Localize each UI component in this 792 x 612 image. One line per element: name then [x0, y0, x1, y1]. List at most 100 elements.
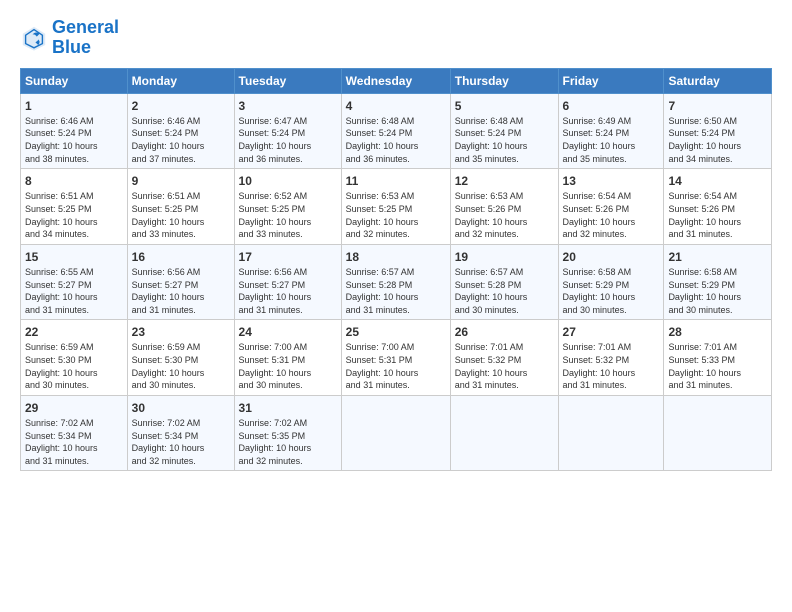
calendar-cell: 25Sunrise: 7:00 AM Sunset: 5:31 PM Dayli…: [341, 320, 450, 396]
day-info: Sunrise: 6:46 AM Sunset: 5:24 PM Dayligh…: [132, 115, 230, 165]
day-number: 1: [25, 98, 123, 114]
day-number: 3: [239, 98, 337, 114]
day-info: Sunrise: 6:53 AM Sunset: 5:26 PM Dayligh…: [455, 190, 554, 240]
day-number: 21: [668, 249, 767, 265]
day-info: Sunrise: 6:51 AM Sunset: 5:25 PM Dayligh…: [25, 190, 123, 240]
day-number: 14: [668, 173, 767, 189]
calendar-cell: 8Sunrise: 6:51 AM Sunset: 5:25 PM Daylig…: [21, 169, 128, 245]
day-number: 23: [132, 324, 230, 340]
calendar-cell: 30Sunrise: 7:02 AM Sunset: 5:34 PM Dayli…: [127, 395, 234, 471]
day-number: 2: [132, 98, 230, 114]
logo: General Blue: [20, 18, 119, 58]
calendar-cell: 11Sunrise: 6:53 AM Sunset: 5:25 PM Dayli…: [341, 169, 450, 245]
day-number: 24: [239, 324, 337, 340]
day-number: 31: [239, 400, 337, 416]
calendar-header-sunday: Sunday: [21, 68, 128, 93]
calendar-week-2: 8Sunrise: 6:51 AM Sunset: 5:25 PM Daylig…: [21, 169, 772, 245]
calendar-cell: 28Sunrise: 7:01 AM Sunset: 5:33 PM Dayli…: [664, 320, 772, 396]
calendar-cell: 12Sunrise: 6:53 AM Sunset: 5:26 PM Dayli…: [450, 169, 558, 245]
day-info: Sunrise: 6:56 AM Sunset: 5:27 PM Dayligh…: [239, 266, 337, 316]
day-number: 6: [563, 98, 660, 114]
day-number: 5: [455, 98, 554, 114]
calendar-cell: [664, 395, 772, 471]
calendar-cell: 9Sunrise: 6:51 AM Sunset: 5:25 PM Daylig…: [127, 169, 234, 245]
calendar-cell: 5Sunrise: 6:48 AM Sunset: 5:24 PM Daylig…: [450, 93, 558, 169]
calendar-week-5: 29Sunrise: 7:02 AM Sunset: 5:34 PM Dayli…: [21, 395, 772, 471]
calendar: SundayMondayTuesdayWednesdayThursdayFrid…: [20, 68, 772, 472]
calendar-header-row: SundayMondayTuesdayWednesdayThursdayFrid…: [21, 68, 772, 93]
calendar-week-4: 22Sunrise: 6:59 AM Sunset: 5:30 PM Dayli…: [21, 320, 772, 396]
logo-icon: [20, 24, 48, 52]
day-number: 27: [563, 324, 660, 340]
day-number: 20: [563, 249, 660, 265]
day-info: Sunrise: 6:56 AM Sunset: 5:27 PM Dayligh…: [132, 266, 230, 316]
calendar-cell: [450, 395, 558, 471]
header: General Blue: [20, 18, 772, 58]
day-info: Sunrise: 6:57 AM Sunset: 5:28 PM Dayligh…: [455, 266, 554, 316]
calendar-cell: 18Sunrise: 6:57 AM Sunset: 5:28 PM Dayli…: [341, 244, 450, 320]
calendar-cell: 3Sunrise: 6:47 AM Sunset: 5:24 PM Daylig…: [234, 93, 341, 169]
calendar-cell: 22Sunrise: 6:59 AM Sunset: 5:30 PM Dayli…: [21, 320, 128, 396]
calendar-cell: 27Sunrise: 7:01 AM Sunset: 5:32 PM Dayli…: [558, 320, 664, 396]
day-number: 8: [25, 173, 123, 189]
calendar-cell: 15Sunrise: 6:55 AM Sunset: 5:27 PM Dayli…: [21, 244, 128, 320]
day-info: Sunrise: 7:02 AM Sunset: 5:34 PM Dayligh…: [25, 417, 123, 467]
day-number: 28: [668, 324, 767, 340]
calendar-header-friday: Friday: [558, 68, 664, 93]
day-number: 29: [25, 400, 123, 416]
day-info: Sunrise: 6:50 AM Sunset: 5:24 PM Dayligh…: [668, 115, 767, 165]
calendar-week-1: 1 Sunrise: 6:46 AM Sunset: 5:24 PM Daylig…: [21, 93, 772, 169]
day-number: 30: [132, 400, 230, 416]
day-number: 13: [563, 173, 660, 189]
calendar-cell: 2Sunrise: 6:46 AM Sunset: 5:24 PM Daylig…: [127, 93, 234, 169]
page: General Blue SundayMondayTuesdayWednesda…: [0, 0, 792, 481]
day-info: Sunrise: 6:51 AM Sunset: 5:25 PM Dayligh…: [132, 190, 230, 240]
day-number: 4: [346, 98, 446, 114]
calendar-cell: 24Sunrise: 7:00 AM Sunset: 5:31 PM Dayli…: [234, 320, 341, 396]
day-number: 11: [346, 173, 446, 189]
calendar-week-3: 15Sunrise: 6:55 AM Sunset: 5:27 PM Dayli…: [21, 244, 772, 320]
calendar-header-monday: Monday: [127, 68, 234, 93]
calendar-cell: 13Sunrise: 6:54 AM Sunset: 5:26 PM Dayli…: [558, 169, 664, 245]
day-number: 25: [346, 324, 446, 340]
day-info: Sunrise: 7:02 AM Sunset: 5:35 PM Dayligh…: [239, 417, 337, 467]
day-info: Sunrise: 6:57 AM Sunset: 5:28 PM Dayligh…: [346, 266, 446, 316]
day-number: 9: [132, 173, 230, 189]
calendar-cell: 1Sunrise: 6:46 AM Sunset: 5:24 PM Daylig…: [21, 93, 128, 169]
day-info: Sunrise: 6:52 AM Sunset: 5:25 PM Dayligh…: [239, 190, 337, 240]
day-info: Sunrise: 7:01 AM Sunset: 5:32 PM Dayligh…: [455, 341, 554, 391]
day-number: 15: [25, 249, 123, 265]
calendar-cell: 31Sunrise: 7:02 AM Sunset: 5:35 PM Dayli…: [234, 395, 341, 471]
day-info: Sunrise: 7:00 AM Sunset: 5:31 PM Dayligh…: [239, 341, 337, 391]
day-info: Sunrise: 6:58 AM Sunset: 5:29 PM Dayligh…: [668, 266, 767, 316]
calendar-cell: 26Sunrise: 7:01 AM Sunset: 5:32 PM Dayli…: [450, 320, 558, 396]
day-info: Sunrise: 7:02 AM Sunset: 5:34 PM Dayligh…: [132, 417, 230, 467]
calendar-cell: [341, 395, 450, 471]
day-info: Sunrise: 6:48 AM Sunset: 5:24 PM Dayligh…: [455, 115, 554, 165]
calendar-header-tuesday: Tuesday: [234, 68, 341, 93]
day-number: 16: [132, 249, 230, 265]
calendar-cell: 7Sunrise: 6:50 AM Sunset: 5:24 PM Daylig…: [664, 93, 772, 169]
day-info: Sunrise: 6:47 AM Sunset: 5:24 PM Dayligh…: [239, 115, 337, 165]
logo-text: General Blue: [52, 18, 119, 58]
calendar-header-thursday: Thursday: [450, 68, 558, 93]
calendar-cell: 23Sunrise: 6:59 AM Sunset: 5:30 PM Dayli…: [127, 320, 234, 396]
calendar-cell: 14Sunrise: 6:54 AM Sunset: 5:26 PM Dayli…: [664, 169, 772, 245]
day-info: Sunrise: 6:53 AM Sunset: 5:25 PM Dayligh…: [346, 190, 446, 240]
day-number: 18: [346, 249, 446, 265]
day-info: Sunrise: 6:54 AM Sunset: 5:26 PM Dayligh…: [668, 190, 767, 240]
day-number: 26: [455, 324, 554, 340]
day-number: 17: [239, 249, 337, 265]
calendar-cell: [558, 395, 664, 471]
calendar-cell: 21Sunrise: 6:58 AM Sunset: 5:29 PM Dayli…: [664, 244, 772, 320]
day-info: Sunrise: 6:58 AM Sunset: 5:29 PM Dayligh…: [563, 266, 660, 316]
day-number: 7: [668, 98, 767, 114]
day-number: 12: [455, 173, 554, 189]
calendar-header-saturday: Saturday: [664, 68, 772, 93]
day-number: 22: [25, 324, 123, 340]
calendar-cell: 17Sunrise: 6:56 AM Sunset: 5:27 PM Dayli…: [234, 244, 341, 320]
day-info: Sunrise: 6:48 AM Sunset: 5:24 PM Dayligh…: [346, 115, 446, 165]
day-info: Sunrise: 7:01 AM Sunset: 5:33 PM Dayligh…: [668, 341, 767, 391]
day-info: Sunrise: 6:54 AM Sunset: 5:26 PM Dayligh…: [563, 190, 660, 240]
day-info: Sunrise: 6:59 AM Sunset: 5:30 PM Dayligh…: [25, 341, 123, 391]
